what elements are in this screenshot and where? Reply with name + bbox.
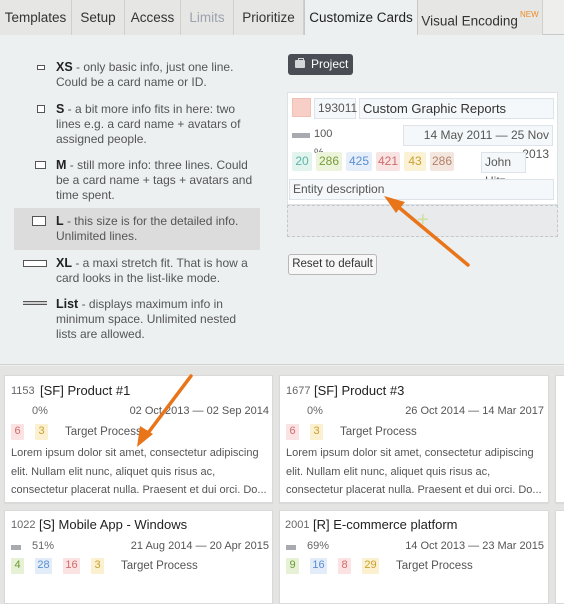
preview-count-chip: 286 [430, 152, 454, 171]
tab-limits[interactable]: Limits [181, 0, 234, 35]
preview-name-field[interactable]: Custom Graphic Reports [359, 98, 554, 119]
card-title: [SF] Product #1 [40, 383, 131, 398]
preview-id-field[interactable]: 193011 [314, 98, 357, 119]
preview-count-chip: 286 [316, 152, 342, 171]
size-option-list[interactable]: List - displays maximum info in minimum … [14, 297, 260, 345]
color-swatch-icon[interactable] [292, 98, 311, 117]
card-state: Target Process [121, 560, 198, 572]
preview-description-field[interactable]: Entity description [289, 179, 554, 200]
card-description: Lorem ipsum dolor sit amet, consectetur … [11, 447, 267, 496]
preview-progress-field[interactable]: 100 % [292, 125, 345, 159]
card-state: Target Process [65, 426, 142, 438]
size-description: - only basic info, just one line. Could … [56, 60, 234, 89]
entity-type-label: Project [311, 57, 349, 71]
card-state: Target Process [340, 426, 417, 438]
card-dates: 21 Aug 2014 — 20 Apr 2015 [130, 540, 269, 552]
preview-count-chip: 421 [376, 152, 400, 171]
entity-type-button[interactable]: Project [288, 54, 353, 75]
preview-owner-field[interactable]: John Hitz [481, 152, 526, 188]
card-id: 1022 [11, 519, 36, 531]
size-option-xs[interactable]: XS - only basic info, just one line. Cou… [14, 60, 260, 94]
card-size-s-icon [37, 105, 45, 113]
card-size-xl-icon [23, 260, 47, 267]
card-1153[interactable]: 1153 [SF] Product #1 0% 02 Oct 2013 — 02… [4, 375, 273, 503]
card-count-chip: 3 [91, 558, 104, 574]
card-count-chip: 9 [286, 558, 299, 574]
card-title: [R] E-commerce platform [313, 517, 458, 532]
card-dates: 02 Oct 2013 — 02 Sep 2014 [129, 405, 269, 417]
size-key: L [56, 214, 64, 228]
size-option-s[interactable]: S - a bit more info fits in here: two li… [14, 102, 260, 150]
card-size-xs-icon [37, 65, 45, 70]
card-count-chip: 28 [35, 558, 52, 574]
add-field-dropzone[interactable]: + [287, 205, 558, 237]
card-id: 1677 [286, 385, 311, 397]
progress-bar-icon [292, 133, 310, 138]
tab-prioritize[interactable]: Prioritize [234, 0, 304, 35]
card-title: [S] Mobile App - Windows [39, 517, 188, 532]
card-size-l-icon [32, 216, 46, 226]
card-count-chip: 16 [310, 558, 327, 574]
preview-count-chip: 20 [292, 152, 312, 171]
new-badge: NEW [519, 10, 539, 19]
size-description: - a maxi stretch fit. That is how a card… [56, 256, 248, 285]
plus-icon: + [417, 209, 429, 231]
progress-bar-icon [11, 545, 21, 550]
card-count-chip: 3 [310, 424, 323, 440]
size-option-m[interactable]: M - still more info: three lines. Could … [14, 158, 260, 206]
size-key: XS [56, 60, 73, 74]
card-size-m-icon [35, 161, 46, 169]
card-dates: 14 Oct 2013 — 23 Mar 2015 [405, 540, 544, 552]
size-key: List [56, 297, 79, 311]
card-count-chip: 6 [286, 424, 299, 440]
size-description: - still more info: three lines. Could be… [56, 158, 253, 202]
reset-to-default-button[interactable]: Reset to default [288, 254, 377, 275]
card-count-chip: 8 [338, 558, 351, 574]
preview-count-chip: 425 [346, 152, 372, 171]
tab-templates[interactable]: Templates [0, 0, 72, 35]
card-1022[interactable]: 1022 [S] Mobile App - Windows 51% 21 Aug… [4, 510, 273, 604]
preview-count-chip: 43 [404, 152, 426, 171]
card-count-chip: 16 [63, 558, 80, 574]
tab-visual-encoding-label: Visual Encoding [421, 13, 518, 29]
card-progress: 69% [307, 540, 330, 552]
size-key: M [56, 158, 67, 172]
card-partial-right-1[interactable] [555, 375, 564, 503]
card-dates: 26 Oct 2014 — 14 Mar 2017 [405, 405, 544, 417]
card-title: [SF] Product #3 [314, 383, 405, 398]
card-progress: 0% [32, 405, 48, 417]
card-partial-right-2[interactable] [555, 510, 564, 604]
card-size-list-icon [23, 301, 47, 305]
card-id: 2001 [285, 519, 310, 531]
tab-setup[interactable]: Setup [72, 0, 125, 35]
progress-bar-icon [11, 411, 31, 416]
size-option-xl[interactable]: XL - a maxi stretch fit. That is how a c… [14, 256, 260, 290]
card-count-chip: 4 [11, 558, 24, 574]
card-count-chip: 3 [35, 424, 48, 440]
settings-tabs: Templates Setup Access Limits Prioritize… [0, 0, 564, 36]
tab-access[interactable]: Access [125, 0, 181, 35]
size-description: - a bit more info fits in here: two line… [56, 102, 241, 146]
card-id: 1153 [11, 385, 35, 397]
card-progress: 51% [32, 540, 55, 552]
size-option-l[interactable]: L - this size is for the detailed info. … [14, 208, 260, 250]
size-description: - displays maximum info in minimum space… [56, 297, 237, 341]
size-description: - this size is for the detailed info. Un… [56, 214, 239, 243]
card-state: Target Process [396, 560, 473, 572]
card-count-chip: 6 [11, 424, 24, 440]
card-2001[interactable]: 2001 [R] E-commerce platform 69% 14 Oct … [279, 510, 549, 604]
tab-visual-encoding[interactable]: Visual Encoding NEW [418, 0, 543, 35]
card-count-chip: 29 [362, 558, 379, 574]
card-description: Lorem ipsum dolor sit amet, consectetur … [286, 447, 542, 496]
progress-bar-icon [286, 545, 296, 550]
briefcase-icon [295, 58, 305, 68]
card-preview: 193011 Custom Graphic Reports 100 % 14 M… [287, 92, 558, 205]
tab-customize-cards[interactable]: Customize Cards [304, 0, 418, 36]
card-progress: 0% [307, 405, 323, 417]
card-1677[interactable]: 1677 [SF] Product #3 0% 26 Oct 2014 — 14… [279, 375, 549, 503]
preview-start-date: 14 May 2011 [423, 128, 493, 142]
size-key: XL [56, 256, 72, 270]
preview-dates-field[interactable]: 14 May 2011 — 25 Nov 2013 [403, 125, 553, 161]
